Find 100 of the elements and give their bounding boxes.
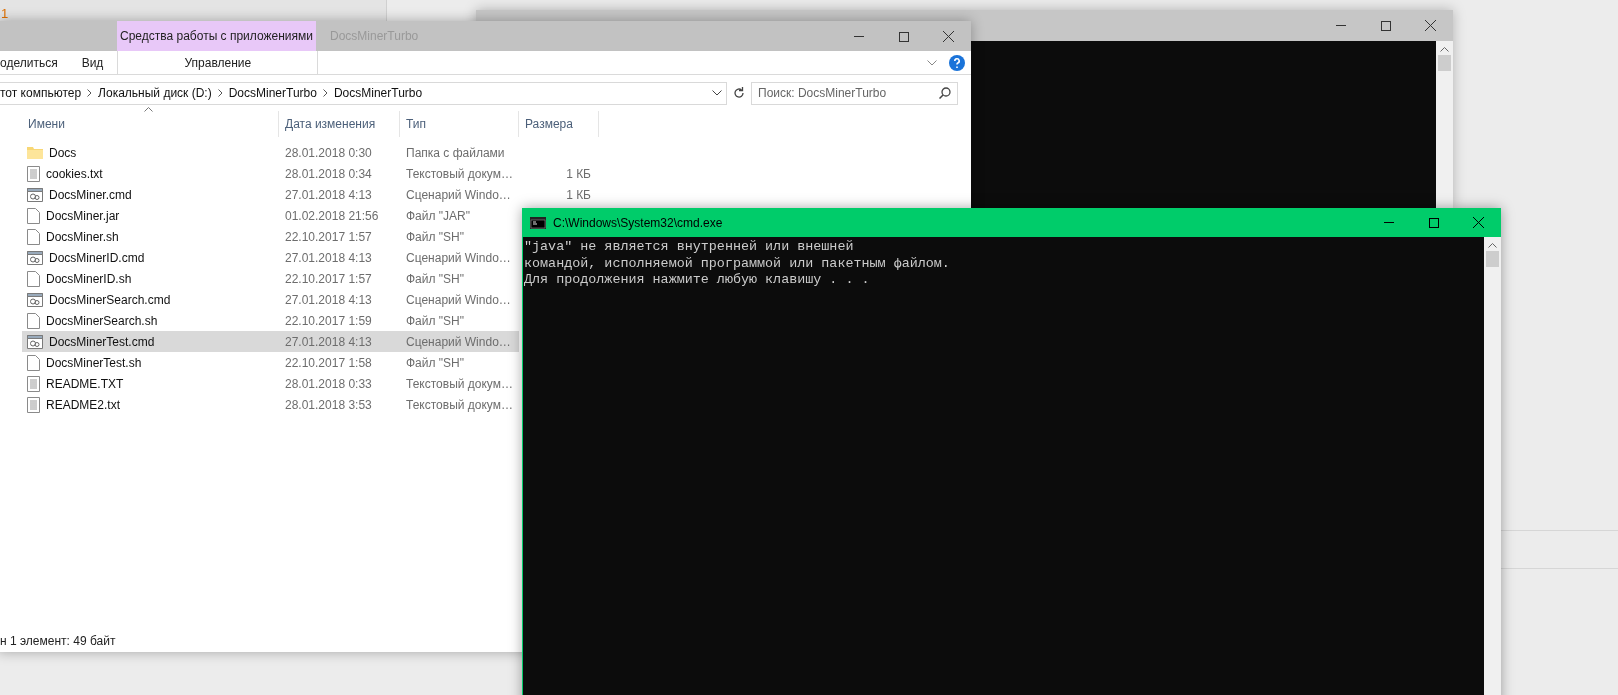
gear-window-icon [27, 334, 43, 349]
column-header[interactable]: Имени [22, 111, 279, 137]
chevron-right-icon[interactable] [322, 89, 328, 97]
file-icon [27, 354, 40, 371]
context-tab[interactable]: Средства работы с приложениями [117, 21, 316, 51]
type-cell-text: Папка с файлами [405, 145, 506, 160]
column-header[interactable]: Тип [400, 111, 519, 137]
date-cell-text: 28.01.2018 3:53 [284, 397, 373, 412]
type-cell-text: Сценарий Windo… [405, 334, 512, 349]
size-cell-text: 1 КБ [565, 187, 592, 202]
scrollbar[interactable] [1484, 237, 1501, 695]
file-row[interactable]: DocsMiner.jar 01.02.2018 21:56 Файл "JAR" [22, 205, 519, 226]
search-icon[interactable] [939, 87, 951, 99]
file-row[interactable]: DocsMiner.sh 22.10.2017 1:57 Файл "SH" [22, 226, 519, 247]
date-cell-text: 28.01.2018 0:33 [284, 376, 373, 391]
date-cell-text: 28.01.2018 0:34 [284, 166, 373, 181]
file-row[interactable]: cookies.txt 28.01.2018 0:34 Текстовый докум… 1 КБ [22, 163, 599, 184]
maximize-icon[interactable] [1428, 217, 1439, 228]
file-name: README.TXT [46, 376, 124, 391]
file-name: README2.txt [46, 397, 120, 412]
console-line: "java" не является внутренней или внешней [524, 239, 855, 256]
search-field[interactable]: Поиск: DocsMinerTurbo [751, 81, 958, 105]
console-icon [530, 216, 546, 229]
file-name: DocsMiner.cmd [49, 187, 132, 202]
close-icon[interactable] [1473, 217, 1484, 228]
breadcrumb[interactable]: DocsMinerTurbo [327, 86, 429, 100]
file-name: DocsMinerSearch.cmd [49, 292, 171, 307]
folder-icon [27, 146, 43, 159]
column-header[interactable]: Дата изменения [279, 111, 400, 137]
gear-window-icon [27, 187, 43, 202]
maximize-icon[interactable] [898, 31, 909, 42]
date-cell-text: 22.10.2017 1:58 [284, 355, 373, 370]
maximize-icon[interactable] [1380, 20, 1391, 31]
type-cell-text: Сценарий Windo… [405, 292, 512, 307]
file-row[interactable]: DocsMinerSearch.cmd 27.01.2018 4:13 Сценарий Windo… [22, 289, 519, 310]
type-cell-text: Файл "SH" [405, 229, 466, 244]
date-cell-text: 27.01.2018 4:13 [284, 292, 373, 307]
file-icon [27, 207, 40, 224]
scrollbar[interactable] [1436, 41, 1453, 208]
date-cell-text: 22.10.2017 1:57 [284, 271, 373, 286]
file-name: DocsMinerTest.sh [46, 355, 142, 370]
file-name: DocsMinerTest.cmd [49, 334, 155, 349]
scroll-thumb[interactable] [1486, 251, 1499, 267]
refresh-icon[interactable] [733, 87, 745, 99]
type-cell-text: Текстовый докум… [405, 397, 514, 412]
file-name: DocsMiner.jar [46, 208, 120, 223]
line-number: 1 [1, 6, 9, 21]
ribbon-tab[interactable]: оделиться [0, 51, 70, 74]
type-cell-text: Файл "SH" [405, 313, 466, 328]
minimize-icon[interactable] [1335, 25, 1346, 26]
console-line: Для продолжения нажмите любую клавишу . . . [524, 272, 871, 289]
ribbon-tab[interactable]: Вид [69, 51, 116, 74]
file-icon [27, 312, 40, 329]
type-cell-text: Файл "JAR" [405, 208, 472, 223]
chevron-down-icon[interactable] [712, 90, 722, 96]
date-cell-text: 22.10.2017 1:59 [284, 313, 373, 328]
file-name: DocsMinerSearch.sh [46, 313, 158, 328]
file-row[interactable]: DocsMinerTest.cmd 27.01.2018 4:13 Сценарий Windo… [22, 331, 519, 352]
file-name: cookies.txt [46, 166, 103, 181]
minimize-icon[interactable] [853, 36, 864, 37]
file-row[interactable]: DocsMinerSearch.sh 22.10.2017 1:59 Файл "SH" [22, 310, 519, 331]
file-icon [27, 228, 40, 245]
status-text: н 1 элемент: 49 байт [0, 634, 117, 648]
type-cell-text: Сценарий Windo… [405, 250, 512, 265]
size-cell-text: 1 КБ [565, 166, 592, 181]
console-line: командой, исполняемой программой или пакетным файлом. [524, 255, 951, 272]
file-name: DocsMinerID.cmd [49, 250, 145, 265]
address-bar[interactable]: тот компьютер Локальный диск (D:) DocsMinerTurbo DocsMinerTurbo [0, 81, 727, 105]
type-cell-text: Текстовый докум… [405, 376, 514, 391]
breadcrumb[interactable]: Локальный диск (D:) [92, 86, 218, 100]
breadcrumb[interactable]: тот компьютер [0, 86, 88, 100]
document-icon [27, 396, 40, 413]
file-icon [27, 270, 40, 287]
file-row[interactable]: README2.txt 28.01.2018 3:53 Текстовый докум… [22, 394, 519, 415]
file-row[interactable]: README.TXT 28.01.2018 0:33 Текстовый докум… [22, 373, 519, 394]
close-icon[interactable] [1425, 20, 1436, 31]
file-row[interactable]: DocsMinerTest.sh 22.10.2017 1:58 Файл "SH" [22, 352, 519, 373]
file-row[interactable]: DocsMinerID.sh 22.10.2017 1:57 Файл "SH" [22, 268, 519, 289]
scroll-thumb[interactable] [1438, 55, 1451, 71]
date-cell-text: 27.01.2018 4:13 [284, 334, 373, 349]
file-row[interactable]: DocsMinerID.cmd 27.01.2018 4:13 Сценарий Windo… [22, 247, 519, 268]
close-icon[interactable] [943, 31, 954, 42]
sort-caret-icon [144, 107, 153, 112]
date-cell-text: 27.01.2018 4:13 [284, 187, 373, 202]
file-name: DocsMiner.sh [46, 229, 119, 244]
file-name: DocsMinerID.sh [46, 271, 132, 286]
chevron-right-icon[interactable] [87, 89, 93, 97]
chevron-right-icon[interactable] [217, 89, 223, 97]
column-header[interactable]: Размера [519, 111, 599, 137]
minimize-icon[interactable] [1383, 222, 1394, 223]
breadcrumb[interactable]: DocsMinerTurbo [222, 86, 323, 100]
file-row[interactable]: DocsMiner.cmd 27.01.2018 4:13 Сценарий Windo… 1 КБ [22, 184, 599, 205]
type-cell-text: Файл "SH" [405, 271, 466, 286]
help-icon[interactable] [949, 54, 965, 71]
type-cell-text: Файл "SH" [405, 355, 466, 370]
date-cell-text: 27.01.2018 4:13 [284, 250, 373, 265]
window-title: C:\Windows\System32\cmd.exe [553, 215, 724, 230]
file-row[interactable]: Docs 28.01.2018 0:30 Папка с файлами [22, 142, 519, 163]
date-cell-text: 01.02.2018 21:56 [284, 208, 380, 223]
gear-window-icon [27, 292, 43, 307]
